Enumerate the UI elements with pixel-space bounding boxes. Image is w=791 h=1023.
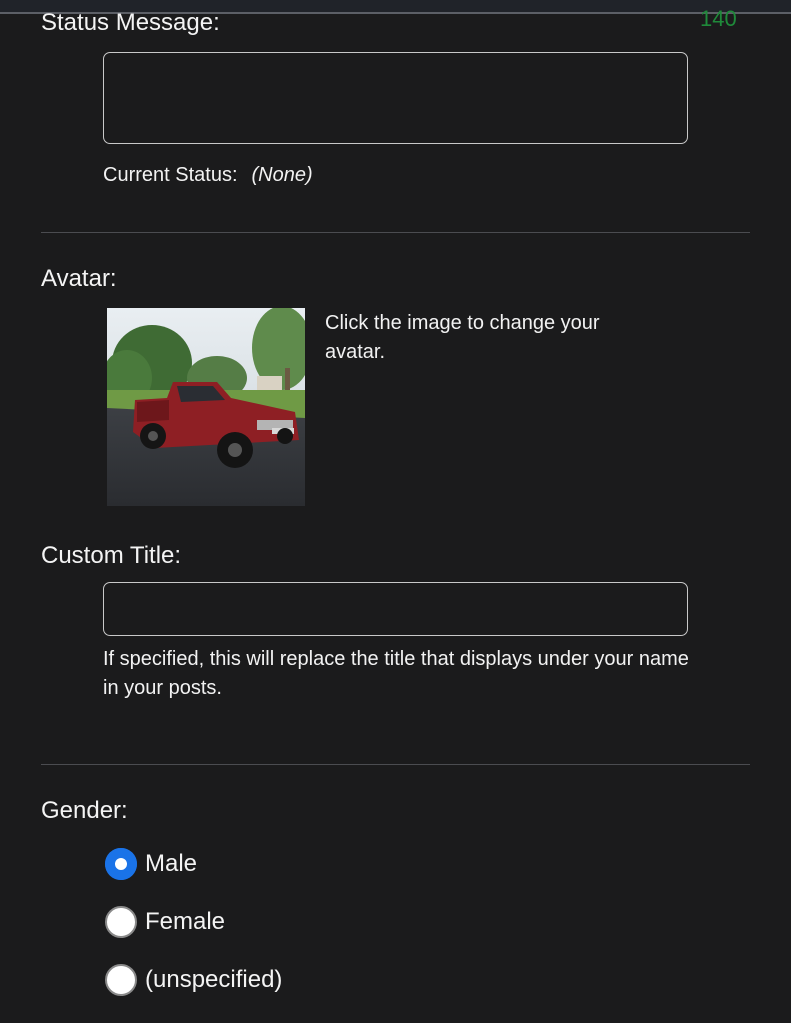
divider [41, 232, 750, 233]
radio-label: Female [145, 908, 226, 935]
radio-label: (unspecified) [145, 966, 283, 993]
current-status: Current Status: (None) [103, 161, 313, 190]
custom-title-label: Custom Title: [41, 542, 182, 569]
status-message-input[interactable] [103, 52, 688, 144]
avatar-help-text: Click the image to change your avatar. [325, 312, 600, 363]
gender-option-female[interactable]: Female [105, 905, 225, 939]
gender-option-male[interactable]: Male [105, 847, 197, 881]
divider [41, 764, 750, 765]
status-char-counter: 140 [700, 6, 737, 31]
radio-button[interactable] [105, 964, 137, 996]
avatar-label: Avatar: [41, 265, 117, 292]
current-status-label: Current Status: [103, 164, 238, 186]
custom-title-help-text: If specified, this will replace the titl… [103, 648, 689, 699]
radio-button[interactable] [105, 906, 137, 938]
status-message-label: Status Message: [41, 9, 220, 36]
radio-label: Male [145, 850, 198, 877]
gender-label: Gender: [41, 797, 128, 824]
gender-option-unspecified[interactable]: (unspecified) [105, 963, 282, 997]
avatar-image[interactable] [107, 308, 305, 506]
radio-button[interactable] [105, 848, 137, 880]
custom-title-input[interactable] [103, 582, 688, 636]
current-status-value: (None) [251, 164, 313, 186]
red-pickup-truck-photo [107, 308, 305, 506]
